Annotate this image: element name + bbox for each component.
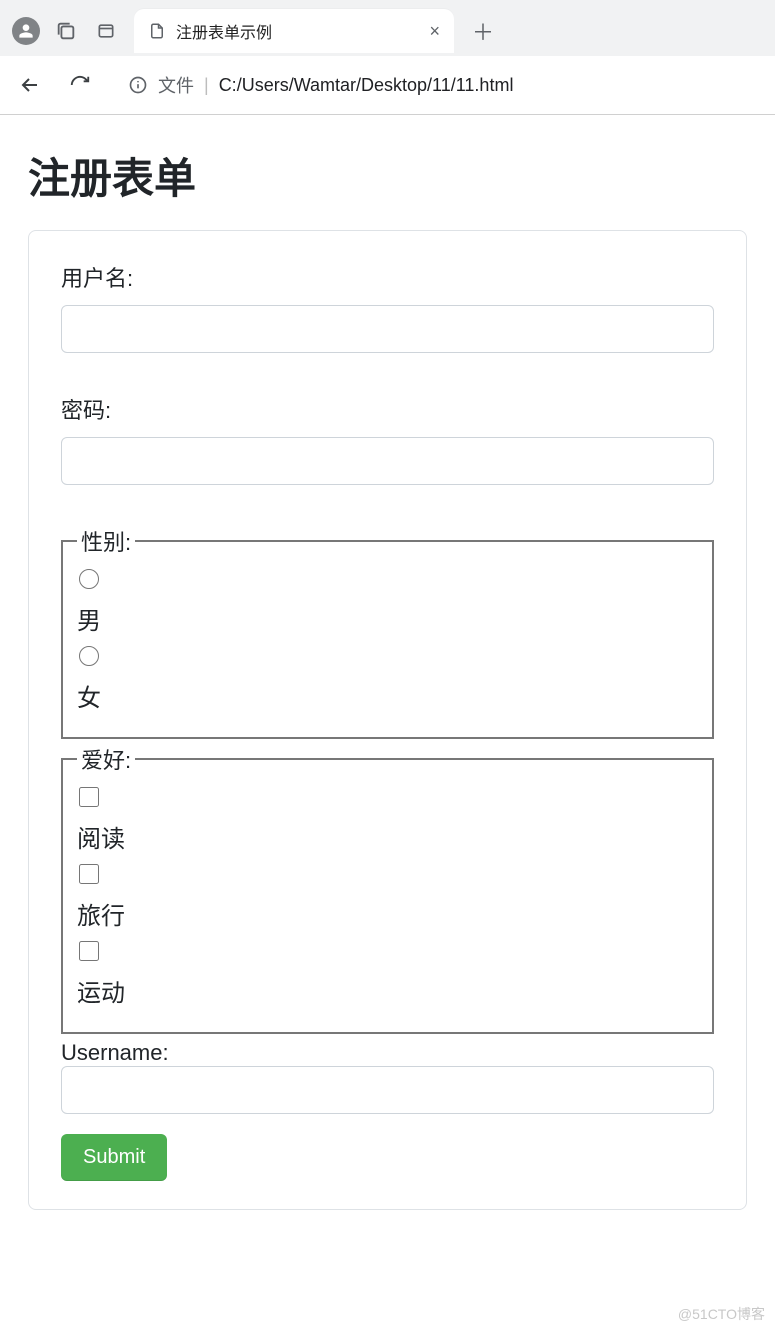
browser-chrome: 注册表单示例 × ＋ 文件 | C:/Users/Wamtar/Desktop/… [0,0,775,115]
collections-icon [55,20,77,42]
tab-title: 注册表单示例 [176,19,419,43]
registration-form: 用户名: 密码: 性别: 男 女 爱好: 阅读 旅行 运动 Username: … [28,230,747,1210]
username2-input[interactable] [61,1066,714,1114]
hobby-legend: 爱好: [77,743,135,775]
submit-button[interactable]: Submit [61,1134,167,1181]
new-tab-button[interactable]: ＋ [472,15,494,47]
info-icon [128,75,148,95]
back-button[interactable] [14,69,46,101]
username2-label: Username: [61,1040,714,1066]
hobby-option-sport[interactable]: 运动 [77,973,698,1008]
gender-fieldset: 性别: 男 女 [61,525,714,739]
password-label: 密码: [61,393,714,425]
address-separator: | [204,75,209,96]
password-group: 密码: [61,393,714,485]
watermark: @51CTO博客 [678,1304,765,1324]
hobby-checkbox-travel[interactable] [79,864,99,884]
gender-option-female[interactable]: 女 [77,678,698,713]
page-title: 注册表单 [28,145,747,206]
profile-button[interactable] [8,13,44,49]
tab-strip: 注册表单示例 × ＋ [0,0,775,56]
hobby-option-travel[interactable]: 旅行 [77,896,698,931]
gender-option-male[interactable]: 男 [77,601,698,636]
gender-legend: 性别: [77,525,135,557]
hobby-checkbox-reading[interactable] [79,787,99,807]
collections-button[interactable] [48,13,84,49]
address-prefix: 文件 [158,72,194,98]
username-input[interactable] [61,305,714,353]
reload-icon [69,74,91,96]
tab-actions-button[interactable] [88,13,124,49]
arrow-left-icon [18,73,42,97]
address-bar[interactable]: 文件 | C:/Users/Wamtar/Desktop/11/11.html [114,65,761,105]
tab-square-icon [96,21,116,41]
hobby-checkbox-sport[interactable] [79,941,99,961]
address-path: C:/Users/Wamtar/Desktop/11/11.html [219,75,514,96]
close-tab-button[interactable]: × [429,22,440,40]
hobby-option-reading[interactable]: 阅读 [77,819,698,854]
reload-button[interactable] [64,69,96,101]
username-group: 用户名: [61,261,714,353]
gender-radio-female[interactable] [79,646,99,666]
gender-radio-male[interactable] [79,569,99,589]
active-tab[interactable]: 注册表单示例 × [134,9,454,53]
username-label: 用户名: [61,261,714,293]
hobby-fieldset: 爱好: 阅读 旅行 运动 [61,743,714,1034]
password-input[interactable] [61,437,714,485]
file-icon [148,22,166,40]
toolbar: 文件 | C:/Users/Wamtar/Desktop/11/11.html [0,56,775,114]
avatar-icon [12,17,40,45]
page-content: 注册表单 用户名: 密码: 性别: 男 女 爱好: 阅读 旅行 运动 Usern… [0,115,775,1232]
